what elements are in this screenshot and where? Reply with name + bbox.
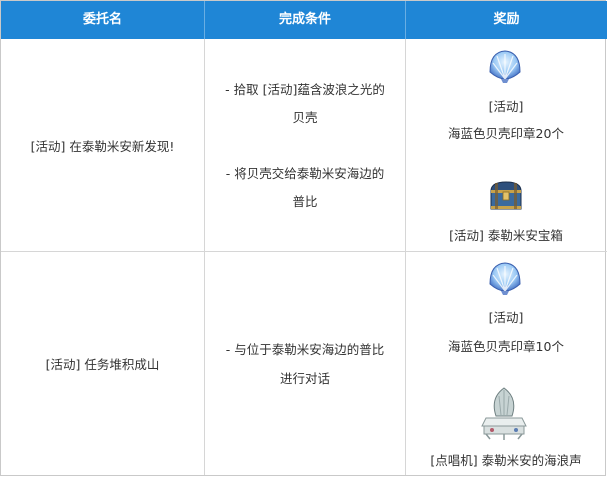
shell-jukebox-icon [481,387,527,440]
condition-line: 贝壳 [292,110,318,125]
condition-line: 普比 [292,194,318,209]
table-row-2-name: [活动] 任务堆积成山 [1,252,205,475]
header-conditions: 完成条件 [205,1,406,39]
condition-line: - 将贝壳交给泰勒米安海边的 [225,166,385,181]
sea-shell-icon [489,262,521,295]
header-rewards: 奖励 [493,12,520,27]
commission-name: [活动] 在泰勒米安新发现! [30,138,175,154]
table-row-2-conditions: - 与位于泰勒米安海边的普比 进行对话 [205,252,406,475]
table-row-2-rewards: [活动] 海蓝色贝壳印章10个 [点唱机] 泰勒米安的海浪声 [406,252,607,475]
reward-label: [点唱机] 泰勒米安的海浪声 [430,453,582,468]
reward-label: 海蓝色贝壳印章10个 [448,339,564,354]
table-row-1-rewards: [活动] 海蓝色贝壳印章20个 [活动] 泰勒米安宝箱 [406,39,607,252]
condition-line: - 拾取 [活动]蕴含波浪之光的 [225,82,385,97]
reward-label: [活动] [488,99,524,114]
commission-table: 委托名 完成条件 奖励 [活动] 在泰勒米安新发现! - 拾取 [活动]蕴含波浪… [0,0,607,476]
condition-line: - 与位于泰勒米安海边的普比 [225,342,385,357]
sea-shell-icon [489,50,521,83]
treasure-chest-icon [490,181,522,210]
reward-label: 海蓝色贝壳印章20个 [448,126,564,141]
commission-name: [活动] 任务堆积成山 [45,357,160,372]
header-commission-name: 委托名 [1,1,205,39]
table-row-1-name: [活动] 在泰勒米安新发现! [1,39,205,252]
reward-label: [活动] 泰勒米安宝箱 [449,228,563,243]
table-header: 委托名 完成条件 奖励 [1,1,607,39]
reward-label: [活动] [488,310,524,325]
condition-line: 进行对话 [279,371,330,386]
table-row-1-conditions: - 拾取 [活动]蕴含波浪之光的 贝壳 - 将贝壳交给泰勒米安海边的 普比 [205,39,406,252]
